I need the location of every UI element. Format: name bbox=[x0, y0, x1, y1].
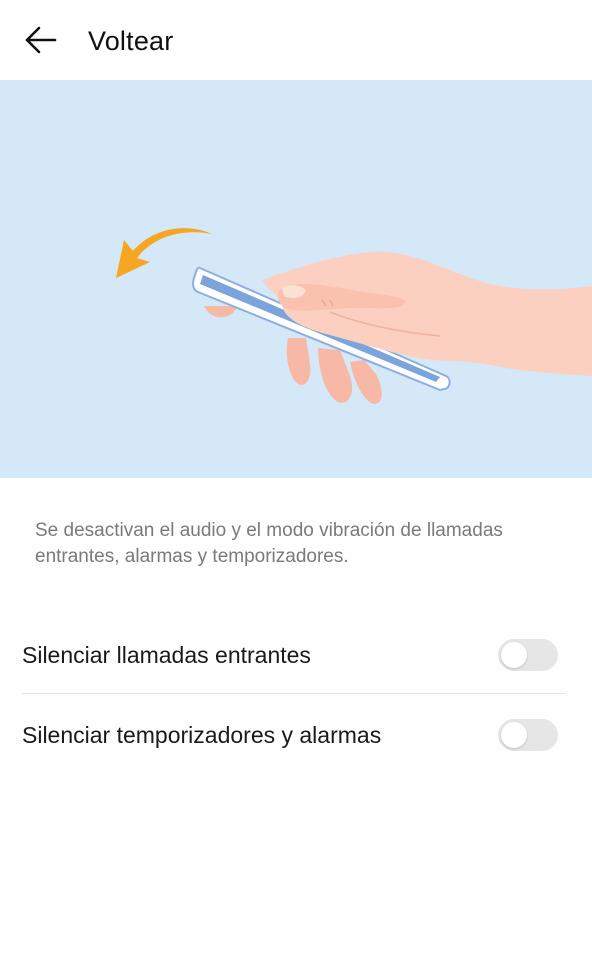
hand bbox=[262, 251, 592, 376]
silence-alarms-toggle[interactable] bbox=[498, 719, 558, 751]
toggle-knob bbox=[501, 722, 527, 748]
back-button[interactable] bbox=[18, 20, 62, 60]
silence-calls-toggle[interactable] bbox=[498, 639, 558, 671]
finger bbox=[350, 360, 382, 404]
page-title: Voltear bbox=[88, 26, 174, 56]
flip-gesture-illustration bbox=[0, 80, 592, 478]
setting-row-silence-alarms[interactable]: Silenciar temporizadores y alarmas bbox=[22, 696, 570, 774]
hand-flipping-phone-image bbox=[116, 228, 592, 404]
setting-row-silence-calls[interactable]: Silenciar llamadas entrantes bbox=[22, 616, 570, 694]
feature-description: Se desactivan el audio y el modo vibraci… bbox=[35, 520, 503, 567]
setting-label: Silenciar llamadas entrantes bbox=[22, 642, 311, 668]
app-header: Voltear bbox=[0, 0, 592, 80]
setting-label: Silenciar temporizadores y alarmas bbox=[22, 722, 382, 748]
toggle-knob bbox=[501, 642, 527, 668]
finger bbox=[318, 348, 353, 403]
divider bbox=[22, 693, 565, 694]
arrow-left-icon bbox=[25, 26, 57, 54]
finger bbox=[286, 338, 311, 385]
